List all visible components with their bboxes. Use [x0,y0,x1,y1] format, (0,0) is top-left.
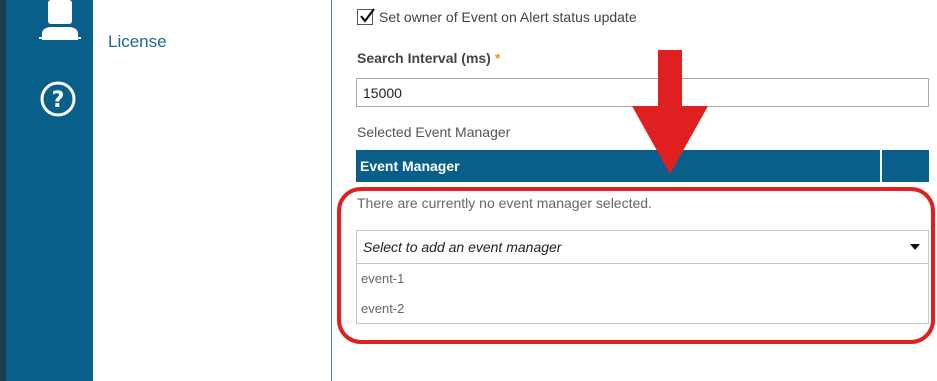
table-header-event-manager: Event Manager [356,150,882,182]
search-interval-input[interactable] [356,78,929,107]
event-manager-select[interactable]: Select to add an event manager [357,231,928,264]
event-manager-dropdown[interactable]: Select to add an event manager event-1 e… [356,230,929,324]
owner-checkbox-label: Set owner of Event on Alert status updat… [379,9,637,25]
event-manager-table-header: Event Manager [356,150,929,182]
user-icon[interactable] [37,0,83,40]
dropdown-option-event-1[interactable]: event-1 [357,264,928,294]
required-marker: * [494,50,501,66]
empty-table-message: There are currently no event manager sel… [357,195,652,211]
sidebar-rail: ? [6,0,93,381]
svg-text:?: ? [52,88,65,113]
search-interval-label: Search Interval (ms) * [357,50,500,66]
dropdown-placeholder: Select to add an event manager [363,239,562,255]
help-icon[interactable]: ? [39,80,77,118]
owner-checkbox[interactable] [357,8,375,25]
table-header-actions [882,150,929,182]
dropdown-option-event-2[interactable]: event-2 [357,294,928,324]
chevron-down-icon[interactable] [910,244,920,250]
search-interval-label-text: Search Interval (ms) [357,50,491,66]
selected-event-manager-label: Selected Event Manager [357,124,511,140]
panel-divider [331,0,332,381]
sidebar-item-license[interactable]: License [108,32,167,52]
owner-checkbox-row[interactable]: Set owner of Event on Alert status updat… [357,7,637,27]
